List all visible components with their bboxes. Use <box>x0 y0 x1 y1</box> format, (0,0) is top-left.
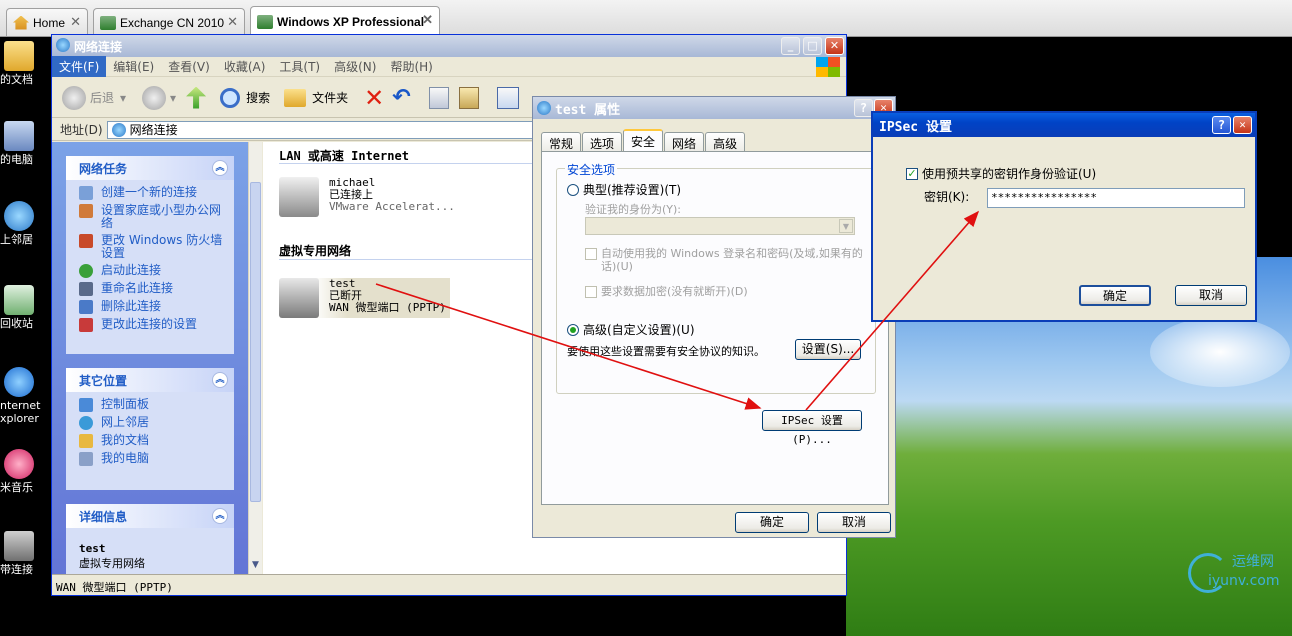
arrow-connection-to-ipsec <box>375 283 762 410</box>
annotation-arrows <box>375 210 980 411</box>
arrow-ipsec-to-key <box>805 210 980 411</box>
